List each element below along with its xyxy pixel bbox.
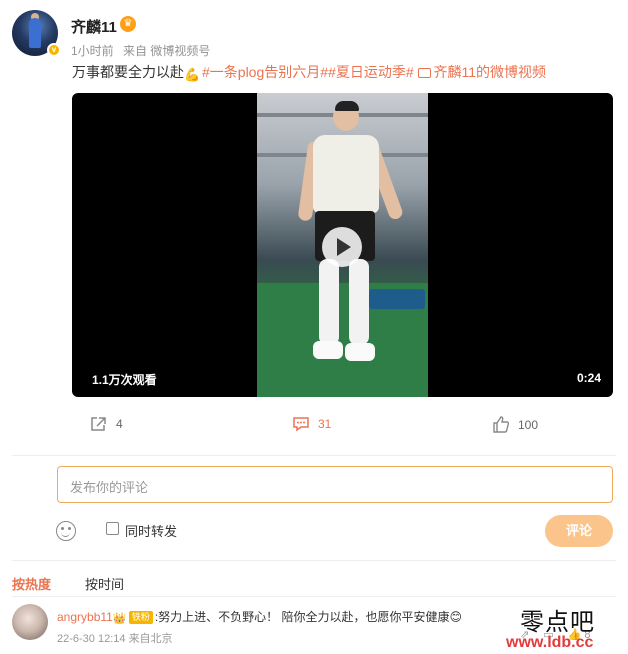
video-views: 1.1万次观看 [92,373,157,387]
post-topic-2[interactable]: #夏日运动季# [328,64,414,80]
repost-checkbox-label[interactable]: 同时转发 [125,521,177,540]
video-link-icon [417,68,431,78]
crown-icon: ♛ [120,16,136,32]
commenter-avatar[interactable] [12,604,48,640]
comment-text: :努力上进、不负野心！ 陪你全力以赴，也愿你平安健康 [154,610,450,624]
divider [12,596,616,597]
smile-emoji-icon: 😊 [449,610,463,624]
comment-meta: 22-6-30 12:14 来自北京 [57,630,173,646]
post-text-main: 万事都要全力以赴 [72,64,184,80]
person-shirt [313,135,379,213]
fan-badge: 铁粉 [128,611,153,624]
watermark-text: 零点吧 [520,608,595,636]
divider [12,455,616,456]
post-meta: 1小时前 来自 微博视频号 [71,42,216,59]
comment-icon [293,417,309,432]
post-header: v 齐麟11 ♛ 1小时前 来自 微博视频号 [12,10,612,60]
comment-body: angrybb11👑 铁粉:努力上进、不负野心！ 陪你全力以赴，也愿你平安健康😊 [57,608,462,625]
post-time[interactable]: 1小时前 [71,44,114,58]
repost-count: 4 [116,417,123,431]
video-link[interactable]: 齐麟11的微博视频 [434,64,547,80]
person-hair [335,101,359,111]
verified-badge-icon: v [47,43,61,57]
post-action-bar: 4 31 100 [72,412,613,440]
submit-comment-button[interactable]: 评论 [545,515,613,547]
divider [12,560,616,561]
person-leg [319,259,339,345]
comment-button[interactable]: 31 [292,416,331,432]
person-leg [349,259,369,345]
repost-checkbox[interactable] [106,522,119,535]
repost-button[interactable]: 4 [90,416,123,432]
watermark-url: www.ldb.cc [506,634,594,651]
video-duration: 0:24 [576,371,601,385]
person-shoe [345,343,375,361]
like-button[interactable]: 100 [492,416,538,433]
post-source[interactable]: 来自 微博视频号 [123,44,210,58]
post-text: 万事都要全力以赴💪 #一条plog告别六月##夏日运动季# 齐麟11的微博视频 [72,62,546,83]
repost-icon [91,417,106,431]
like-count: 100 [518,417,539,432]
thumbs-up-icon [493,416,510,433]
avatar-figure-body [29,18,41,48]
commenter-name[interactable]: angrybb11 [57,610,113,624]
flexed-arm-emoji-icon: 💪 [184,67,201,82]
video-player[interactable]: 1.1万次观看 0:24 [72,93,613,397]
post-topic-1[interactable]: #一条plog告别六月# [202,64,328,80]
fan-crown-icon: 👑 [112,613,127,625]
comment-count: 31 [318,417,332,431]
person-shoe [313,341,343,359]
comment-time: 22-6-30 12:14 [57,633,126,645]
author-name[interactable]: 齐麟11 [71,16,117,37]
gym-equipment [369,289,425,309]
sort-tab-time[interactable]: 按时间 [85,574,124,593]
play-button-icon[interactable] [322,227,362,267]
comment-location: 来自北京 [128,633,173,645]
emoji-picker-icon[interactable] [56,521,76,541]
comment-input[interactable]: 发布你的评论 [57,466,613,503]
sort-tab-hot[interactable]: 按热度 [12,574,51,593]
